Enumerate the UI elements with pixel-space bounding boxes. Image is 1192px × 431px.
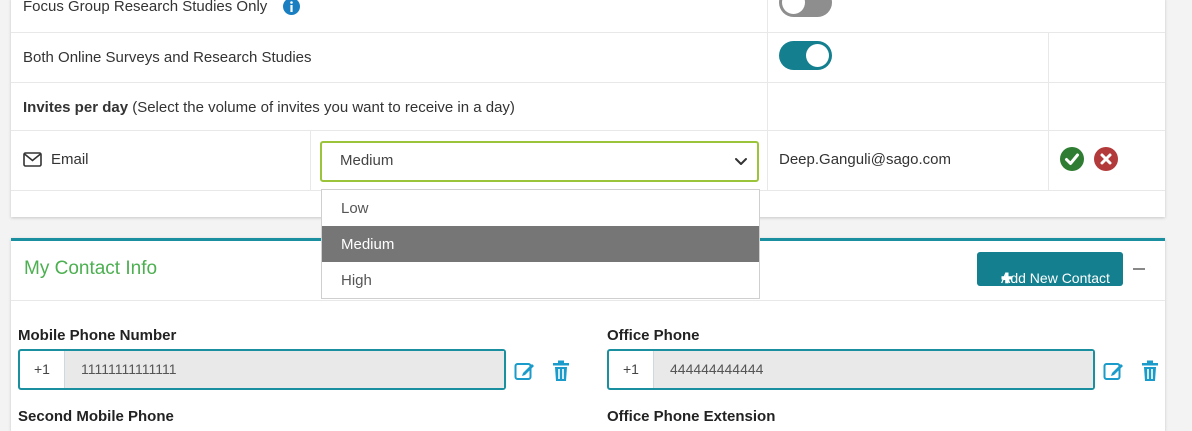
invites-volume-select[interactable]: Medium: [320, 141, 759, 182]
invites-bold: Invites per day: [23, 99, 129, 116]
mobile-phone-number: 11111111111111: [81, 361, 177, 377]
option-label: High: [341, 272, 372, 289]
option-medium[interactable]: Medium: [322, 226, 759, 262]
both-surveys-label: Both Online Surveys and Research Studies: [23, 49, 312, 66]
divider: [11, 300, 1165, 301]
option-label: Medium: [341, 236, 395, 253]
focus-group-toggle[interactable]: [779, 0, 832, 17]
check-icon[interactable]: [1060, 147, 1084, 171]
edit-icon[interactable]: [1103, 360, 1125, 382]
focus-group-row: Focus Group Research Studies Only: [11, 0, 1165, 33]
collapse-icon[interactable]: [1133, 268, 1145, 270]
preferences-card: Focus Group Research Studies Only Both O…: [11, 0, 1165, 217]
section-title: My Contact Info: [24, 258, 158, 279]
option-low[interactable]: Low: [322, 190, 759, 226]
focus-group-label: Focus Group Research Studies Only: [23, 0, 268, 15]
cancel-icon[interactable]: [1094, 147, 1118, 171]
invites-note: (Select the volume of invites you want t…: [132, 99, 515, 116]
trash-icon[interactable]: [552, 360, 570, 382]
office-phone-number: 444444444444: [670, 361, 764, 377]
option-label: Low: [341, 200, 369, 217]
invites-per-day-row: Invites per day (Select the volume of in…: [11, 82, 1165, 131]
envelope-icon: [23, 152, 42, 167]
volume-dropdown-menu: Low Medium High: [321, 189, 760, 299]
edit-icon[interactable]: [514, 360, 536, 382]
invites-heading: Invites per day (Select the volume of in…: [23, 99, 515, 116]
trash-icon[interactable]: [1141, 360, 1159, 382]
mobile-phone-field[interactable]: +1 11111111111111: [18, 349, 506, 390]
office-phone-field[interactable]: +1 444444444444: [607, 349, 1095, 390]
email-address: Deep.Ganguli@sago.com: [779, 151, 951, 168]
mobile-phone-label: Mobile Phone Number: [18, 327, 177, 344]
both-surveys-row: Both Online Surveys and Research Studies: [11, 32, 1165, 83]
both-surveys-toggle[interactable]: [779, 41, 832, 70]
office-country-code: +1: [623, 361, 639, 377]
mobile-country-code: +1: [34, 361, 50, 377]
add-new-contact-button[interactable]: ✚ Add New Contact: [977, 252, 1123, 286]
office-phone-label: Office Phone: [607, 327, 700, 344]
option-high[interactable]: High: [322, 262, 759, 298]
add-button-label: Add New Contact: [1001, 270, 1110, 286]
info-icon[interactable]: [283, 0, 300, 15]
select-value: Medium: [340, 152, 394, 169]
chevron-down-icon: [733, 153, 749, 169]
email-label: Email: [51, 151, 89, 168]
